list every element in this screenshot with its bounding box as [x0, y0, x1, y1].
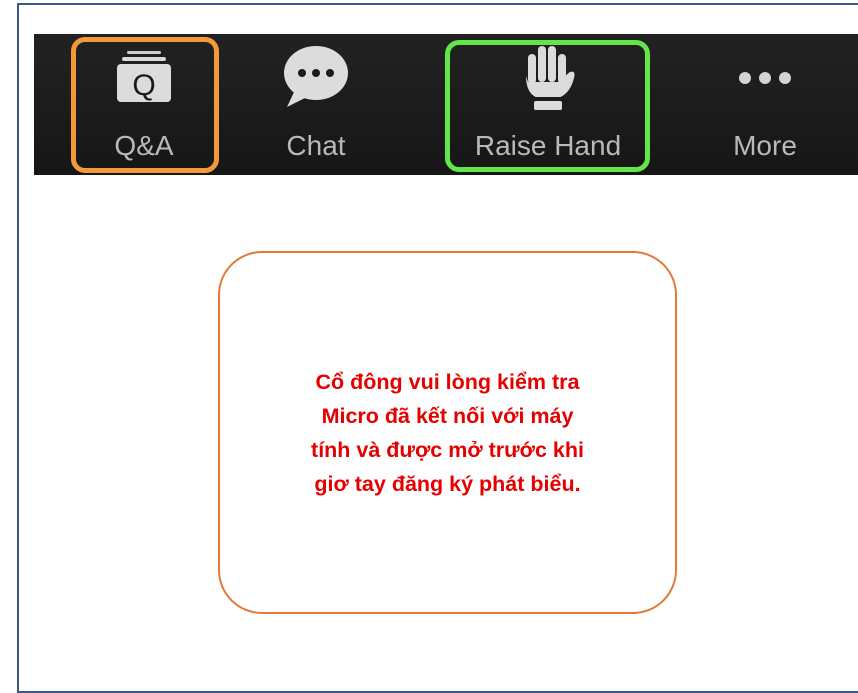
notice-line: Micro đã kết nối với máy	[321, 403, 574, 428]
qa-highlight-box	[71, 37, 219, 173]
chat-button[interactable]: Chat	[256, 34, 376, 175]
chat-icon	[281, 44, 351, 115]
microphone-notice-box: Cổ đông vui lòng kiểm tra Micro đã kết n…	[218, 251, 677, 614]
more-label: More	[733, 130, 797, 161]
more-icon	[733, 68, 797, 93]
more-button[interactable]: More	[710, 34, 820, 175]
raise-hand-highlight-box	[445, 40, 650, 172]
notice-line: tính và được mở trước khi	[311, 437, 584, 462]
notice-line: giơ tay đăng ký phát biểu.	[314, 471, 581, 496]
notice-line: Cổ đông vui lòng kiểm tra	[315, 369, 580, 394]
notice-text: Cổ đông vui lòng kiểm tra Micro đã kết n…	[258, 365, 638, 501]
chat-label: Chat	[286, 130, 346, 161]
